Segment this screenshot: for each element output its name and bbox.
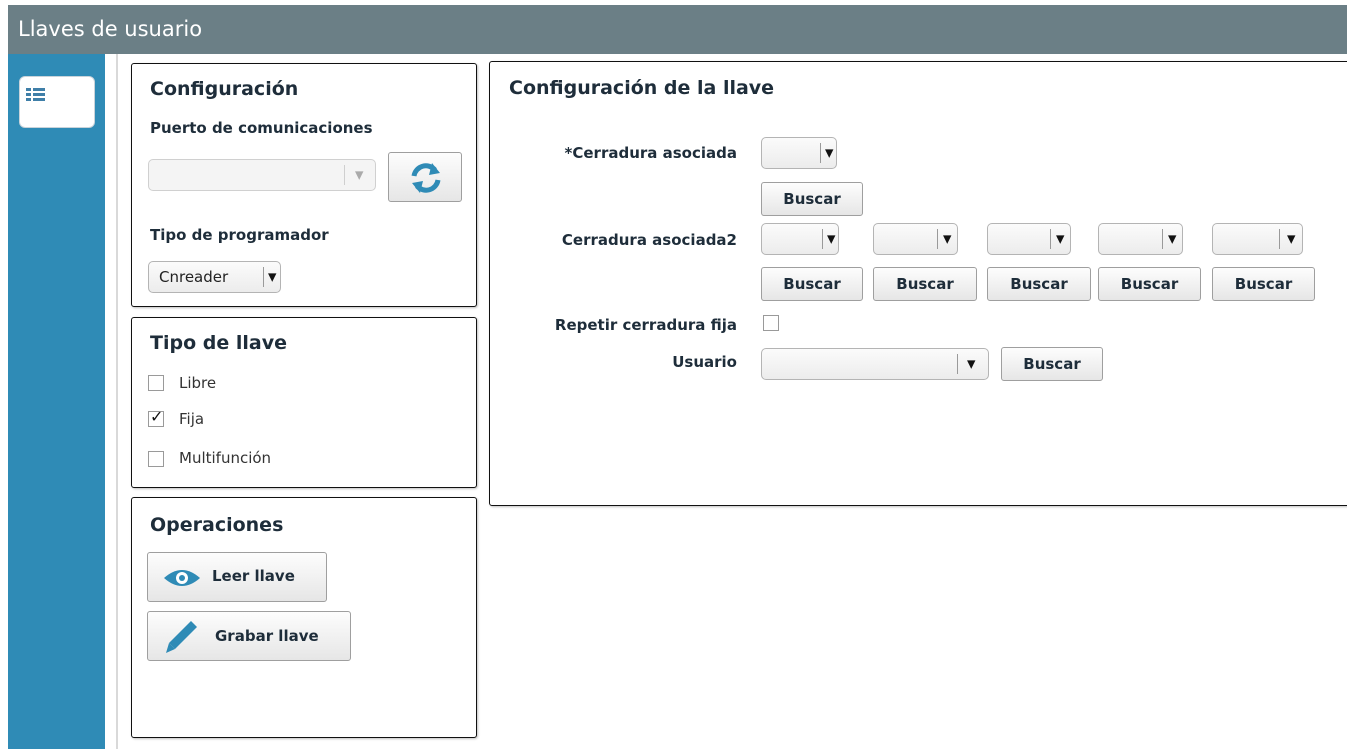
configuracion-llave-panel: Configuración de la llave *Cerradura aso…	[489, 61, 1347, 506]
window-title: Llaves de usuario	[18, 17, 203, 41]
programador-label: Tipo de programador	[150, 226, 329, 244]
repetir-cerradura-label: Repetir cerradura fija	[554, 316, 737, 334]
chevron-down-icon: ▼	[967, 357, 976, 371]
multifuncion-checkbox[interactable]	[148, 451, 164, 467]
buscar-cerradura2-button[interactable]: Buscar	[1098, 267, 1201, 301]
panel-title: Configuración	[150, 78, 299, 100]
panel-title: Tipo de llave	[150, 332, 287, 354]
cerradura2-select[interactable]: ▼	[1212, 223, 1303, 255]
buscar-cerradura2-button[interactable]: Buscar	[873, 267, 977, 301]
fija-checkbox[interactable]: ✓	[148, 407, 164, 427]
sidebar	[8, 54, 105, 749]
libre-checkbox[interactable]	[148, 375, 164, 391]
tipo-llave-panel: Tipo de llave Libre ✓ Fija Multifunción	[131, 317, 477, 488]
programador-value: Cnreader	[159, 268, 229, 286]
title-bar: Llaves de usuario	[8, 5, 1347, 54]
sidebar-divider	[116, 54, 118, 749]
cerradura2-select[interactable]: ▼	[761, 223, 839, 255]
programador-select[interactable]: Cnreader ▼	[148, 261, 281, 293]
puerto-label: Puerto de comunicaciones	[150, 119, 373, 137]
puerto-select[interactable]: ▼	[148, 159, 376, 191]
window-edge	[0, 0, 8, 749]
cerradura2-select[interactable]: ▼	[873, 223, 958, 255]
chevron-down-icon: ▼	[943, 232, 952, 246]
sidebar-item-llaves[interactable]	[19, 76, 95, 128]
chevron-down-icon: ▼	[827, 232, 836, 246]
check-icon: ✓	[150, 407, 164, 426]
usuario-select[interactable]: ▼	[761, 348, 989, 380]
buscar-cerradura2-button[interactable]: Buscar	[761, 267, 863, 301]
cerradura-asociada-select[interactable]: ▼	[761, 137, 837, 169]
buscar-usuario-button[interactable]: Buscar	[1001, 347, 1103, 381]
cerradura2-select[interactable]: ▼	[987, 223, 1071, 255]
refresh-icon	[411, 163, 441, 193]
grabar-llave-button[interactable]: Grabar llave	[147, 611, 351, 661]
multifuncion-label: Multifunción	[179, 449, 272, 467]
leer-llave-label: Leer llave	[212, 567, 295, 585]
libre-label: Libre	[179, 374, 217, 392]
cerradura-asociada-label: *Cerradura asociada	[564, 144, 737, 162]
usuario-label: Usuario	[672, 353, 737, 371]
chevron-down-icon: ▼	[825, 146, 834, 160]
refresh-button[interactable]	[388, 152, 462, 202]
pencil-icon	[166, 621, 197, 653]
cerradura2-select[interactable]: ▼	[1098, 223, 1183, 255]
repetir-cerradura-checkbox[interactable]	[763, 315, 779, 331]
panel-title: Configuración de la llave	[509, 77, 775, 99]
cerradura-asociada2-label: Cerradura asociada2	[561, 231, 737, 249]
list-settings-icon	[26, 88, 45, 101]
chevron-down-icon: ▼	[1056, 232, 1065, 246]
fija-label: Fija	[179, 410, 205, 428]
chevron-down-icon: ▼	[355, 168, 364, 182]
eye-icon	[164, 570, 200, 586]
buscar-cerradura-button[interactable]: Buscar	[761, 182, 863, 216]
chevron-down-icon: ▼	[1287, 232, 1296, 246]
grabar-llave-label: Grabar llave	[215, 627, 319, 645]
buscar-cerradura2-button[interactable]: Buscar	[987, 267, 1091, 301]
buscar-cerradura2-button[interactable]: Buscar	[1212, 267, 1315, 301]
configuracion-panel: Configuración Puerto de comunicaciones ▼…	[131, 63, 477, 307]
chevron-down-icon: ▼	[1168, 232, 1177, 246]
operaciones-panel: Operaciones Leer llave Grabar llave	[131, 497, 477, 738]
chevron-down-icon: ▼	[268, 270, 277, 284]
panel-title: Operaciones	[150, 514, 284, 536]
leer-llave-button[interactable]: Leer llave	[147, 552, 327, 602]
